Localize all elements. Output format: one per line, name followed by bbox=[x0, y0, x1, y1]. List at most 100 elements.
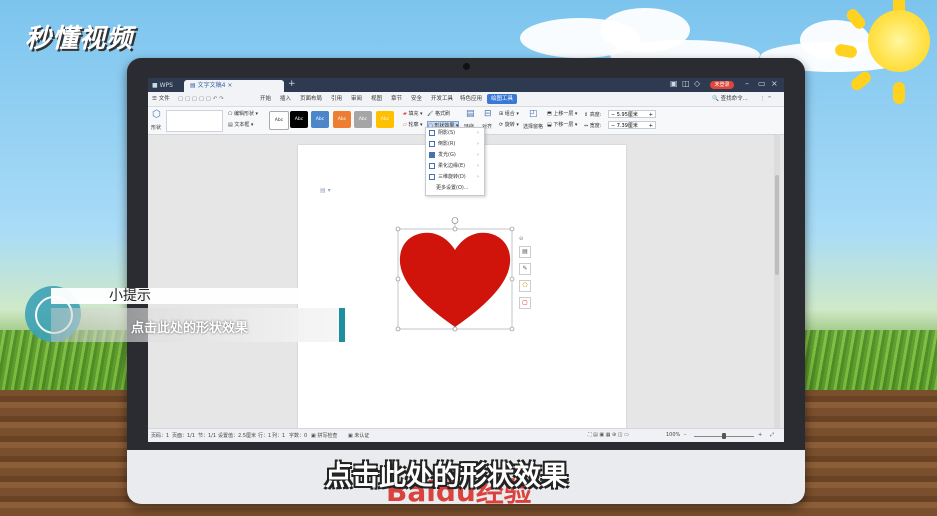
zoom-out-icon[interactable]: – bbox=[684, 432, 687, 438]
rotate-handle[interactable] bbox=[451, 217, 459, 224]
layout-options-icon[interactable]: ▤ bbox=[519, 246, 531, 258]
resize-handle[interactable] bbox=[509, 326, 515, 332]
effect-3d-rotation[interactable]: 三维旋转(D) bbox=[429, 173, 466, 181]
status-bar: 页码：1 页面：1/1 节：1/1 设置值：2.5厘米 行：1 列：1 字数：0… bbox=[148, 428, 784, 442]
shape-style-white[interactable]: Abc bbox=[269, 111, 289, 130]
menu-file[interactable]: ☰ 文件 bbox=[152, 94, 170, 104]
resize-handle[interactable] bbox=[395, 276, 401, 282]
tip-body: 点击此处的形状效果 bbox=[131, 321, 249, 336]
resize-handle[interactable] bbox=[509, 226, 515, 232]
view-mode-icons[interactable]: ⛶ ▤ ▣ ▦ ⊕ ◫ ▭ bbox=[588, 432, 629, 438]
heart-shape[interactable] bbox=[399, 232, 511, 327]
width-input[interactable]: − 7.39厘米 + bbox=[608, 121, 656, 129]
shape-style-black[interactable]: Abc bbox=[290, 111, 308, 128]
reflection-icon bbox=[429, 140, 435, 147]
login-button[interactable]: 未登录 bbox=[710, 81, 734, 89]
glow-icon bbox=[429, 151, 435, 158]
soft-edges-icon bbox=[429, 162, 435, 169]
shape-style-blue[interactable]: Abc bbox=[311, 111, 329, 128]
maximize-icon[interactable]: ▭ bbox=[758, 79, 766, 88]
heart-shape-selection[interactable] bbox=[394, 217, 532, 337]
share-icon[interactable]: ◇ bbox=[694, 79, 700, 88]
menu-home[interactable]: 开始 bbox=[260, 94, 271, 104]
minimize-icon[interactable]: – bbox=[745, 79, 749, 88]
scroll-thumb[interactable] bbox=[775, 175, 779, 275]
status-pages: 页面：1/1 bbox=[172, 433, 196, 439]
effect-soft-edges[interactable]: 柔化边缘(E) bbox=[429, 162, 465, 170]
effect-more-settings[interactable]: 更多设置(O)... bbox=[436, 184, 469, 192]
select-pane-label[interactable]: 选择窗格 bbox=[523, 123, 543, 130]
menu-drawing-tools[interactable]: 绘图工具 bbox=[487, 94, 518, 104]
height-label-text: 高度: bbox=[589, 112, 602, 118]
skin-icon[interactable]: ◫ bbox=[682, 79, 690, 88]
wps-window: ■ WPS ▤ 文字文稿4 × + ▣ ◫ ◇ 未登录 – ▭ × ☰ 文件 ▢… bbox=[148, 78, 784, 442]
edit-shape-label: 编辑形状 bbox=[233, 111, 254, 117]
outline-icon[interactable]: ▢ bbox=[519, 297, 531, 309]
command-search[interactable]: 🔍 查找命令... bbox=[712, 94, 748, 104]
collapse-icon[interactable]: ⊖ bbox=[519, 236, 529, 242]
resize-handle[interactable] bbox=[509, 276, 515, 282]
layout-icon[interactable]: ▣ bbox=[670, 79, 678, 88]
format-painter-button[interactable]: 🖌 格式刷 bbox=[427, 110, 450, 118]
menu-developer[interactable]: 开发工具 bbox=[431, 94, 453, 104]
resize-handle[interactable] bbox=[395, 226, 401, 232]
group-button[interactable]: ⊞ 组合 ▾ bbox=[499, 110, 519, 118]
menu-section[interactable]: 章节 bbox=[391, 94, 402, 104]
resize-handle[interactable] bbox=[395, 326, 401, 332]
pen-icon[interactable]: ✎ bbox=[519, 263, 531, 275]
new-tab-button[interactable]: + bbox=[288, 79, 296, 89]
spell-check-button[interactable]: ▣ 拼写检查 bbox=[311, 432, 337, 439]
status-row: 行：1 bbox=[258, 433, 272, 439]
video-subtitle: 点击此处的形状效果 bbox=[325, 461, 568, 492]
shape-gallery[interactable] bbox=[166, 110, 223, 132]
tab-wps-home[interactable]: ■ WPS bbox=[152, 80, 180, 91]
shape-icon[interactable]: ⬡ bbox=[152, 109, 161, 120]
edit-shape-button[interactable]: ⬠ 编辑形状 ▾ bbox=[228, 110, 258, 118]
fullscreen-icon[interactable]: ⤢ bbox=[770, 432, 774, 438]
menu-security[interactable]: 安全 bbox=[411, 94, 422, 104]
outline-button[interactable]: ▱ 轮廓 ▾ bbox=[403, 121, 423, 129]
rotate-button[interactable]: ⟳ 旋转 ▾ bbox=[499, 121, 519, 129]
menu-page-layout[interactable]: 页面布局 bbox=[300, 94, 322, 104]
wrap-icon[interactable]: ▤ bbox=[466, 109, 475, 119]
effect-reflection[interactable]: 倒影(R) bbox=[429, 140, 455, 148]
zoom-slider-thumb[interactable] bbox=[722, 433, 726, 439]
tip-accent-bar bbox=[339, 308, 345, 342]
menu-insert[interactable]: 插入 bbox=[280, 94, 291, 104]
effect-3d-rotation-label: 三维旋转(D) bbox=[438, 174, 466, 180]
menu-view[interactable]: 视图 bbox=[371, 94, 382, 104]
vertical-scrollbar[interactable] bbox=[774, 135, 780, 429]
resize-handle[interactable] bbox=[452, 326, 458, 332]
tip-title: 小提示 bbox=[109, 288, 151, 304]
menu-references[interactable]: 引用 bbox=[331, 94, 342, 104]
shape-style-gold[interactable]: Abc bbox=[376, 111, 394, 128]
menu-review[interactable]: 审阅 bbox=[351, 94, 362, 104]
shape-style-orange[interactable]: Abc bbox=[333, 111, 351, 128]
zoom-in-icon[interactable]: + bbox=[758, 432, 762, 438]
submenu-arrow-icon: › bbox=[477, 163, 479, 169]
send-backward-button[interactable]: ⬓ 下移一层 ▾ bbox=[547, 121, 577, 129]
close-icon[interactable]: × bbox=[771, 79, 778, 88]
status-col: 列：1 bbox=[272, 433, 286, 439]
select-pane-icon[interactable]: ◰ bbox=[529, 109, 538, 119]
bring-forward-button[interactable]: ⬒ 上移一层 ▾ bbox=[547, 110, 577, 118]
zoom-level[interactable]: 100% bbox=[666, 432, 680, 438]
auth-status[interactable]: ▣ 未认证 bbox=[348, 432, 369, 439]
more-icon[interactable]: ⋮ ^ bbox=[760, 94, 772, 104]
textbox-button[interactable]: ▤ 文本框 ▾ bbox=[228, 121, 253, 129]
shape-style-gray[interactable]: Abc bbox=[354, 111, 372, 128]
fill-button[interactable]: ▰ 填充 ▾ bbox=[403, 110, 423, 118]
status-setting: 设置值：2.5厘米 bbox=[218, 433, 256, 439]
shape-button-label[interactable]: 形状 bbox=[151, 124, 161, 131]
effect-glow[interactable]: 发光(G) bbox=[429, 151, 456, 159]
resize-handle[interactable] bbox=[452, 226, 458, 232]
quick-access-icons[interactable]: ▢ ▢ ▢ ▢ ▢ ↶ ↷ bbox=[178, 94, 224, 104]
menu-file-label: 文件 bbox=[158, 96, 170, 102]
height-input[interactable]: − 5.95厘米 + bbox=[608, 110, 656, 118]
align-icon[interactable]: ⊟ bbox=[484, 109, 492, 119]
fill-bucket-icon[interactable]: ⬠ bbox=[519, 280, 531, 292]
tab-document[interactable]: ▤ 文字文稿4 × bbox=[184, 80, 284, 92]
menu-special-apps[interactable]: 特色应用 bbox=[460, 94, 482, 104]
effect-shadow[interactable]: 阴影(S) bbox=[429, 129, 455, 137]
submenu-arrow-icon: › bbox=[477, 174, 479, 180]
